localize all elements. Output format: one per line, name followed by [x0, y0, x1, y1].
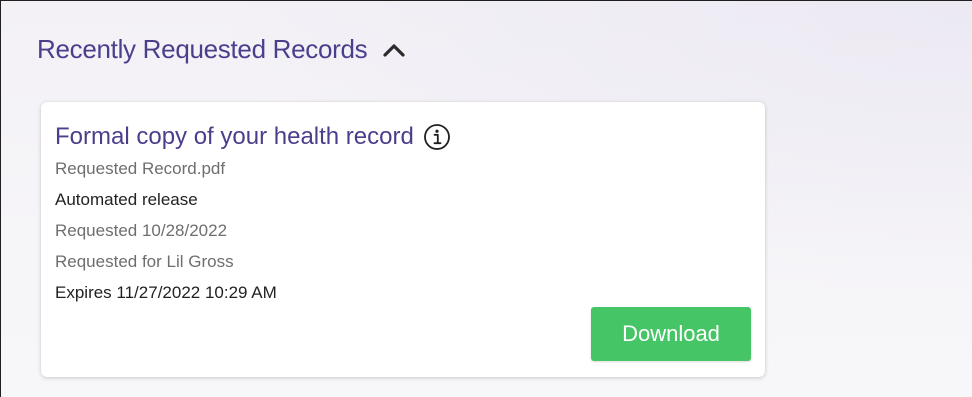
record-requested-for: Requested for Lil Gross [55, 252, 234, 271]
record-title-row: Formal copy of your health record [55, 122, 452, 152]
section-title: Recently Requested Records [37, 34, 368, 64]
chevron-up-icon[interactable] [379, 35, 409, 65]
info-icon[interactable] [422, 122, 452, 152]
record-expires: Expires 11/27/2022 10:29 AM [55, 283, 277, 302]
section-header-toggle[interactable]: Recently Requested Records [37, 34, 409, 65]
record-title[interactable]: Formal copy of your health record [55, 123, 414, 151]
download-button[interactable]: Download [591, 307, 751, 361]
record-card: Formal copy of your health record Reques… [41, 102, 765, 377]
record-requested-date: Requested 10/28/2022 [55, 221, 228, 240]
page-frame: Recently Requested Records Formal copy o… [0, 0, 972, 397]
record-file-name: Requested Record.pdf [55, 159, 226, 178]
record-release-type: Automated release [55, 190, 198, 209]
